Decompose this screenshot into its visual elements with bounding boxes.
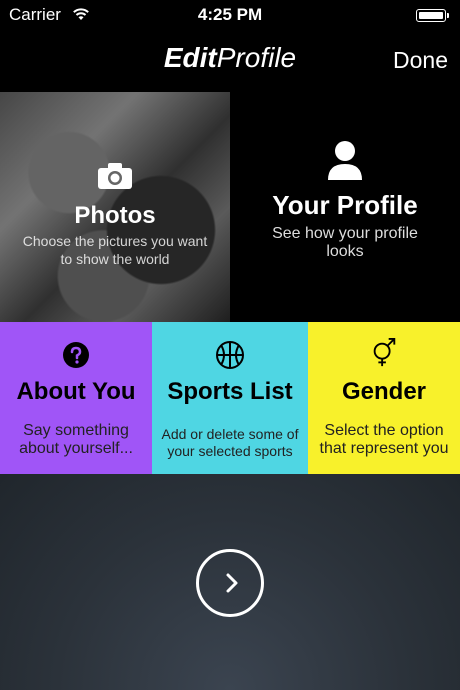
- your-profile-description: See how your profile looks: [272, 225, 418, 260]
- question-icon: [63, 342, 89, 368]
- your-profile-tile[interactable]: Your Profile See how your profile looks: [230, 92, 460, 322]
- next-button[interactable]: [196, 549, 264, 617]
- status-time: 4:25 PM: [197, 5, 263, 24]
- basketball-icon: [216, 341, 244, 369]
- camera-icon: [98, 163, 132, 189]
- gender-icon: [373, 338, 396, 367]
- sports-list-title: Sports List: [167, 378, 293, 405]
- bottom-area: [0, 474, 460, 690]
- page-title-bold: Edit: [163, 42, 217, 73]
- status-bar: Carrier 4:25 PM: [0, 0, 460, 32]
- gender-tile[interactable]: Gender Select the option that represent …: [308, 322, 460, 474]
- page-title-light: Profile: [216, 42, 297, 73]
- page-title: EditProfile: [0, 42, 460, 74]
- sports-list-tile[interactable]: Sports List Add or delete some of your s…: [152, 322, 308, 474]
- gender-title: Gender: [341, 378, 427, 405]
- gender-description: Select the option that represent you: [319, 422, 449, 457]
- chevron-right-icon: [226, 573, 238, 593]
- person-icon: [328, 141, 362, 180]
- sports-list-description: Add or delete some of your selected spor…: [161, 426, 299, 459]
- your-profile-title: Your Profile: [272, 190, 418, 220]
- photos-title: Photos: [74, 202, 156, 229]
- battery-icon: [416, 9, 449, 22]
- nav-bar: EditProfile Done: [0, 32, 460, 92]
- about-you-tile[interactable]: About You Say something about yourself..…: [0, 322, 152, 474]
- about-you-description: Say something about yourself...: [19, 422, 133, 457]
- photos-tile[interactable]: Photos Choose the pictures you want to s…: [0, 92, 230, 322]
- about-you-title: About You: [16, 378, 136, 405]
- done-button[interactable]: Done: [393, 47, 448, 74]
- photos-description: Choose the pictures you want to show the…: [22, 233, 208, 267]
